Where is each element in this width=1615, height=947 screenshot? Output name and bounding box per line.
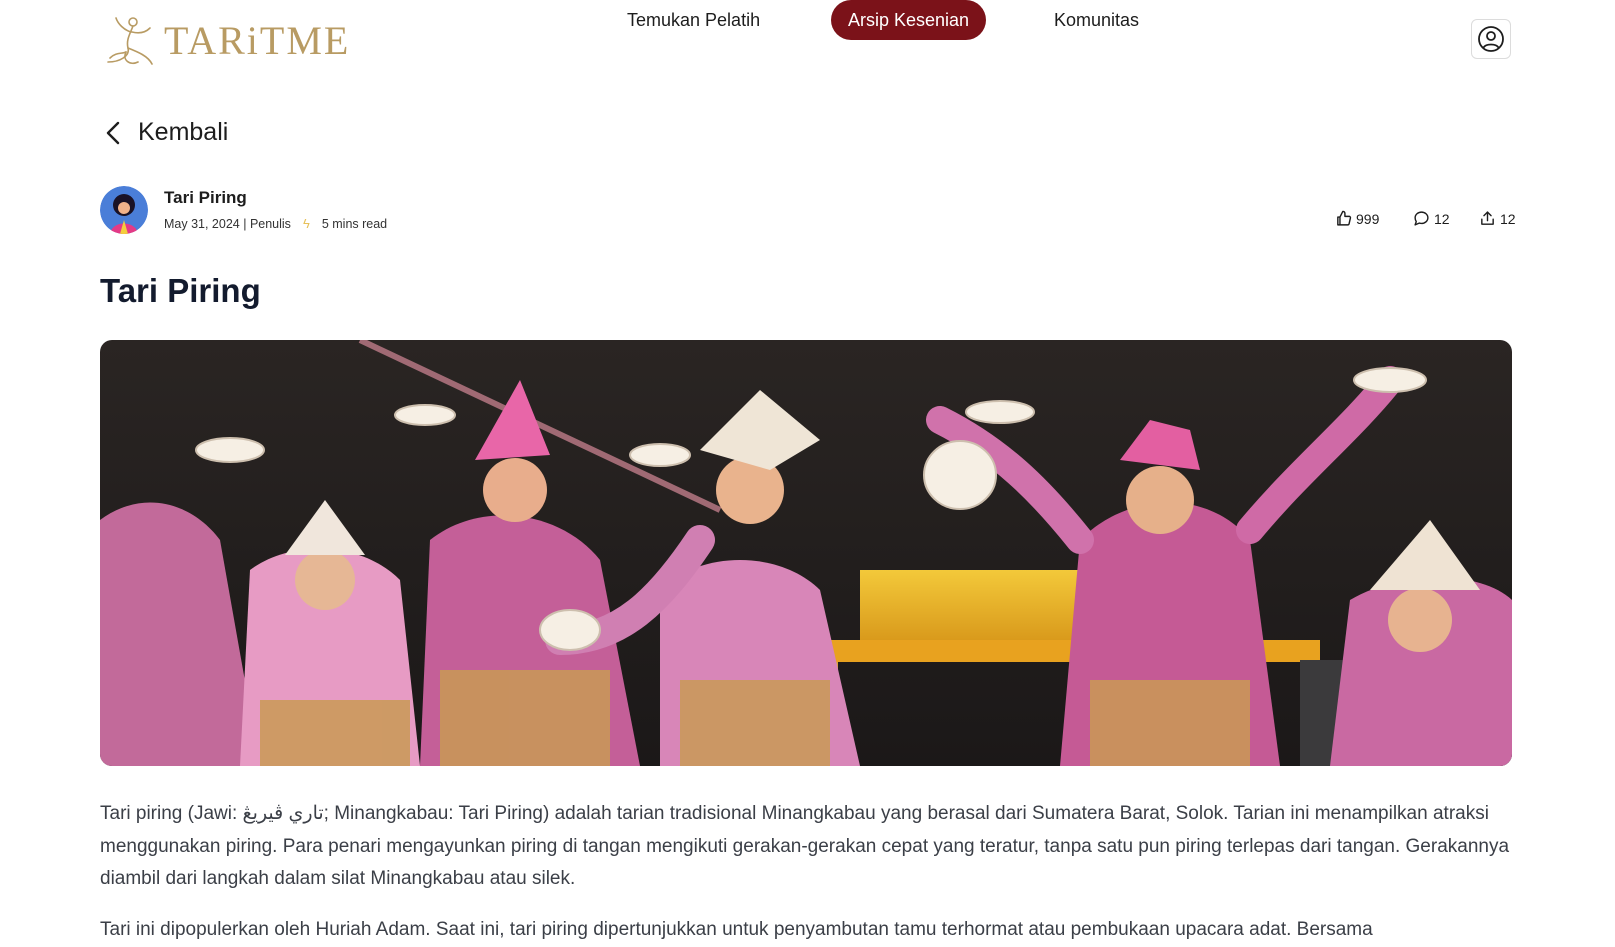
comment-count: 12 bbox=[1434, 210, 1450, 227]
author-avatar-image bbox=[100, 186, 148, 234]
like-button[interactable]: 999 bbox=[1335, 210, 1379, 227]
post-meta: May 31, 2024 | Penulis ϟ 5 mins read bbox=[164, 216, 387, 231]
dancer-logo-icon bbox=[107, 17, 153, 65]
comment-button[interactable]: 12 bbox=[1413, 210, 1450, 227]
lightning-icon: ϟ bbox=[302, 216, 310, 231]
share-upload-icon bbox=[1481, 211, 1494, 225]
post-date-role: May 31, 2024 | Penulis bbox=[164, 216, 291, 231]
avatar[interactable] bbox=[100, 186, 148, 234]
article-paragraph: Tari ini dipopulerkan oleh Huriah Adam. … bbox=[100, 919, 1373, 940]
article-title: Tari Piring bbox=[100, 272, 261, 309]
brand-logo[interactable]: TARiTME bbox=[100, 12, 350, 68]
profile-button[interactable] bbox=[1471, 19, 1511, 59]
read-time: 5 mins read bbox=[321, 216, 388, 231]
brand-name: TARiTME bbox=[164, 17, 351, 63]
user-circle-icon bbox=[1478, 26, 1504, 52]
like-count: 999 bbox=[1356, 210, 1380, 227]
top-navbar: TARiTME Temukan Pelatih Arsip Kesenian K… bbox=[0, 0, 1615, 78]
chat-bubble-icon bbox=[1414, 211, 1429, 226]
tari-piring-dancers-photo bbox=[100, 340, 1512, 766]
back-label: Kembali bbox=[138, 118, 229, 146]
back-link[interactable]: Kembali bbox=[100, 118, 228, 147]
chevron-left-icon bbox=[106, 121, 120, 144]
thumbs-up-icon bbox=[1337, 210, 1352, 226]
share-count: 12 bbox=[1500, 210, 1516, 227]
nav-komunitas[interactable]: Komunitas bbox=[1054, 0, 1139, 40]
nav-arsip-kesenian[interactable]: Arsip Kesenian bbox=[831, 0, 987, 40]
article-paragraph: Tari piring (Jawi: تاري ڤيريڠ; Minangkab… bbox=[100, 803, 1510, 889]
nav-temukan-pelatih[interactable]: Temukan Pelatih bbox=[627, 0, 760, 40]
share-button[interactable]: 12 bbox=[1479, 210, 1516, 227]
hero-image bbox=[100, 340, 1512, 766]
author-name[interactable]: Tari Piring bbox=[164, 188, 247, 208]
